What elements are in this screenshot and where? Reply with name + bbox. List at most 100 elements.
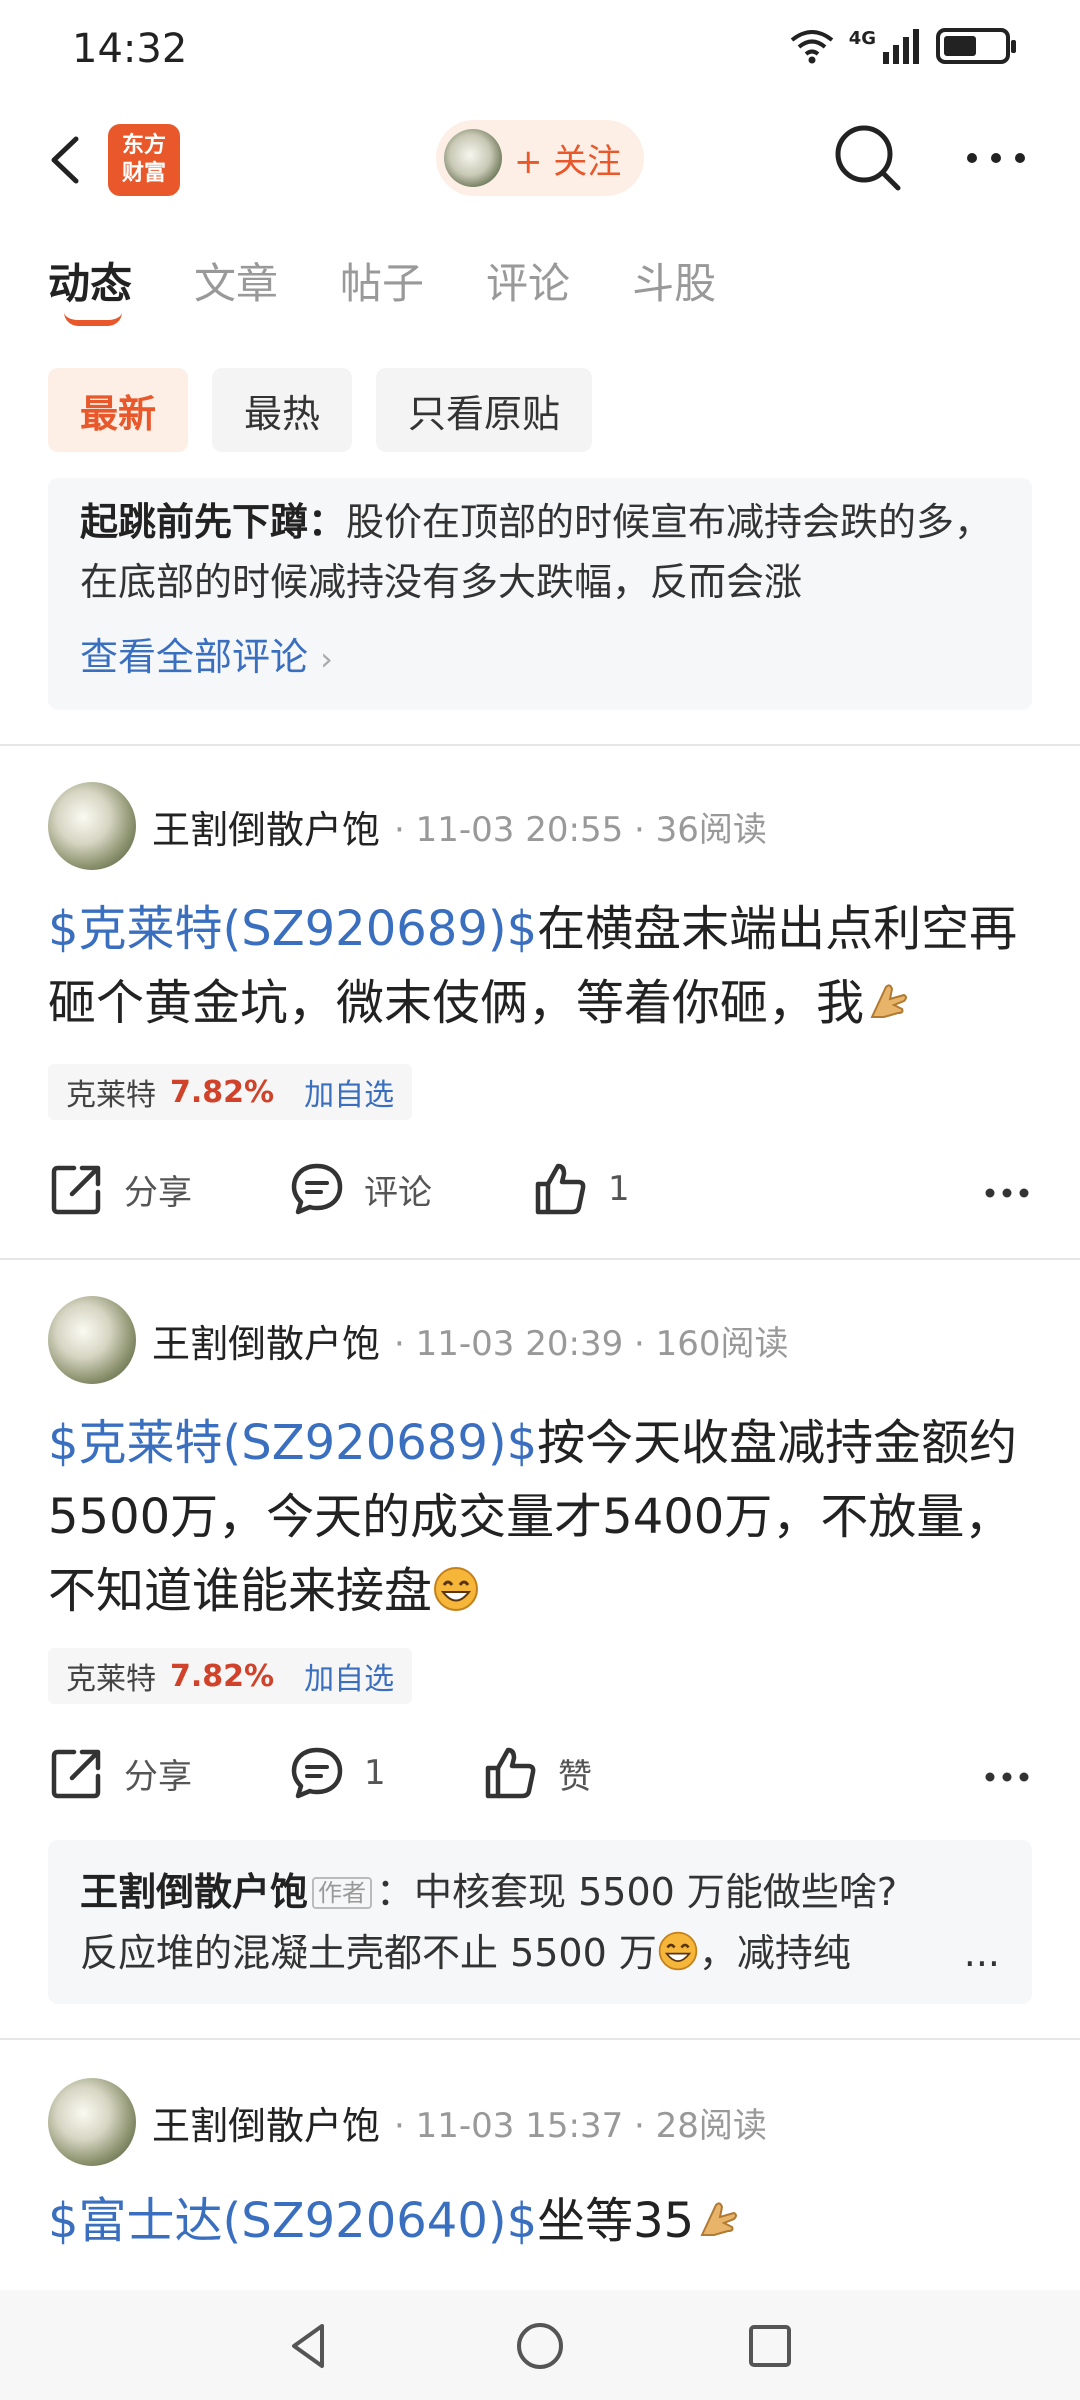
comment-icon: [291, 1163, 343, 1215]
post-meta: · 11-03 20:39 · 160阅读: [394, 1323, 789, 1364]
tab-stock-battle[interactable]: 斗股: [632, 250, 716, 330]
comment-label: 评论: [364, 1172, 432, 1213]
add-watchlist-button[interactable]: 加自选: [304, 1654, 394, 1698]
like-button[interactable]: 1: [532, 1160, 630, 1218]
like-button[interactable]: 赞: [482, 1744, 592, 1802]
add-watchlist-button[interactable]: 加自选: [304, 1070, 394, 1114]
tab-posts[interactable]: 帖子: [340, 250, 424, 330]
filter-hottest[interactable]: 最热: [212, 368, 353, 452]
stock-ticker-link[interactable]: $克莱特(SZ920689)$: [48, 1415, 537, 1471]
network-type: 4G: [848, 27, 876, 49]
author-badge: 作者: [312, 1877, 373, 1909]
view-all-comments-link[interactable]: 查看全部评论 ›: [80, 626, 1000, 681]
stock-change: 7.82%: [170, 1658, 275, 1694]
tab-label: 斗股: [632, 259, 717, 308]
status-time: 14:32: [72, 26, 188, 72]
stock-chip[interactable]: 克莱特 7.82% 加自选: [48, 1648, 413, 1704]
divider: [0, 2038, 1080, 2040]
pray-hands-icon: [700, 2202, 738, 2236]
like-count: 1: [608, 1169, 630, 1209]
battery-icon: [936, 28, 1016, 64]
post-actions: 分享 1 赞: [48, 1744, 1032, 1814]
system-nav-bar: [0, 2290, 1080, 2400]
post-header[interactable]: 王割倒散户饱 · 11-03 20:55 · 36阅读: [48, 782, 767, 870]
wifi-icon: [790, 30, 833, 64]
author-name[interactable]: 王割倒散户饱: [152, 1313, 380, 1368]
stock-change: 7.82%: [170, 1074, 275, 1110]
tab-dynamics[interactable]: 动态: [48, 250, 132, 330]
author-name[interactable]: 王割倒散户饱: [152, 799, 380, 854]
logo-line-2: 财富: [121, 161, 166, 186]
app-logo[interactable]: 东方 财富: [108, 124, 180, 196]
reply-text-a: ：中核套现 5500 万能做些啥?: [376, 1870, 898, 1914]
stock-ticker-link[interactable]: $克莱特(SZ920689)$: [48, 901, 537, 957]
share-icon: [51, 1749, 101, 1799]
comment-separator: ：: [308, 500, 347, 544]
grin-emoji-icon: [658, 1931, 698, 1971]
tab-comments[interactable]: 评论: [486, 250, 570, 330]
post-header[interactable]: 王割倒散户饱 · 11-03 15:37 · 28阅读: [48, 2078, 767, 2166]
follow-label: + 关注: [514, 141, 622, 182]
share-button[interactable]: 分享: [48, 1744, 192, 1802]
stock-ticker-link[interactable]: $富士达(SZ920640)$: [48, 2193, 537, 2249]
stock-chip[interactable]: 克莱特 7.82% 加自选: [48, 1064, 413, 1120]
search-icon[interactable]: [830, 120, 906, 196]
tab-bar: 动态 文章 帖子 评论 斗股: [48, 250, 716, 330]
view-all-label: 查看全部评论: [80, 635, 309, 679]
tab-articles[interactable]: 文章: [194, 250, 278, 330]
status-bar: 14:32 4G: [0, 0, 1080, 100]
share-button[interactable]: 分享: [48, 1160, 192, 1218]
post-meta: · 11-03 20:55 · 36阅读: [394, 809, 767, 850]
comment-button[interactable]: 1: [288, 1744, 386, 1802]
reply-more-ellipsis[interactable]: ...: [964, 1923, 1000, 1983]
share-label: 分享: [124, 1172, 192, 1213]
post-text: 坐等35: [537, 2193, 695, 2249]
more-options-icon[interactable]: [982, 1168, 1032, 1218]
filter-row: 最新 最热 只看原贴: [48, 368, 593, 452]
author-name[interactable]: 王割倒散户饱: [152, 2095, 380, 2150]
nav-recents-icon[interactable]: [738, 2314, 802, 2378]
filter-original-only[interactable]: 只看原贴: [376, 368, 593, 452]
avatar[interactable]: [48, 1296, 136, 1384]
back-icon[interactable]: [40, 125, 90, 195]
reply-text-c: ，减持纯: [698, 1931, 851, 1975]
filter-latest[interactable]: 最新: [48, 368, 189, 452]
tab-active-indicator: [64, 312, 122, 326]
thumbs-up-icon: [485, 1747, 536, 1799]
top-comment-preview[interactable]: 起跳前先下蹲：股价在顶部的时候宣布减持会跌的多，在底部的时候减持没有多大跌幅，反…: [48, 478, 1032, 710]
post-header[interactable]: 王割倒散户饱 · 11-03 20:39 · 160阅读: [48, 1296, 789, 1384]
comment-count: 1: [364, 1753, 386, 1793]
like-label: 赞: [558, 1756, 592, 1797]
comment-author: 起跳前先下蹲: [80, 500, 309, 544]
reply-preview[interactable]: 王割倒散户饱 作者 ：中核套现 5500 万能做些啥? 反应堆的混凝土壳都不止 55…: [48, 1840, 1032, 2004]
stock-name: 克莱特: [66, 1078, 156, 1113]
tab-label: 动态: [48, 259, 133, 308]
share-icon: [51, 1165, 101, 1215]
post-content[interactable]: $富士达(SZ920640)$坐等35: [48, 2184, 1038, 2258]
grin-emoji-icon: [434, 1567, 479, 1611]
tab-label: 帖子: [340, 259, 425, 308]
share-label: 分享: [124, 1756, 192, 1797]
avatar[interactable]: [48, 2078, 136, 2166]
chevron-right-icon: ›: [320, 640, 333, 678]
reply-author: 王割倒散户饱: [80, 1870, 309, 1914]
more-options-icon[interactable]: [964, 130, 1028, 186]
comment-icon: [291, 1747, 343, 1799]
avatar: [444, 129, 502, 187]
reply-line-1: 王割倒散户饱 作者 ：中核套现 5500 万能做些啥?: [80, 1862, 1000, 1923]
tab-label: 评论: [486, 259, 571, 308]
nav-back-icon[interactable]: [278, 2314, 342, 2378]
post-meta: · 11-03 15:37 · 28阅读: [394, 2105, 767, 2146]
avatar[interactable]: [48, 782, 136, 870]
reply-line-2: 反应堆的混凝土壳都不止 5500 万 ，减持纯 ...: [80, 1923, 1000, 1983]
follow-button[interactable]: + 关注: [436, 120, 644, 196]
divider: [0, 1258, 1080, 1260]
tab-label: 文章: [194, 259, 279, 308]
comment-button[interactable]: 评论: [288, 1160, 432, 1218]
post-content[interactable]: $克莱特(SZ920689)$按今天收盘减持金额约5500万，今天的成交量才54…: [48, 1406, 1038, 1628]
more-options-icon[interactable]: [982, 1752, 1032, 1802]
divider: [0, 744, 1080, 746]
thumbs-up-icon: [535, 1163, 586, 1215]
nav-home-icon[interactable]: [508, 2314, 572, 2378]
post-content[interactable]: $克莱特(SZ920689)$在横盘末端出点利空再砸个黄金坑，微末伎俩，等着你砸…: [48, 892, 1038, 1040]
